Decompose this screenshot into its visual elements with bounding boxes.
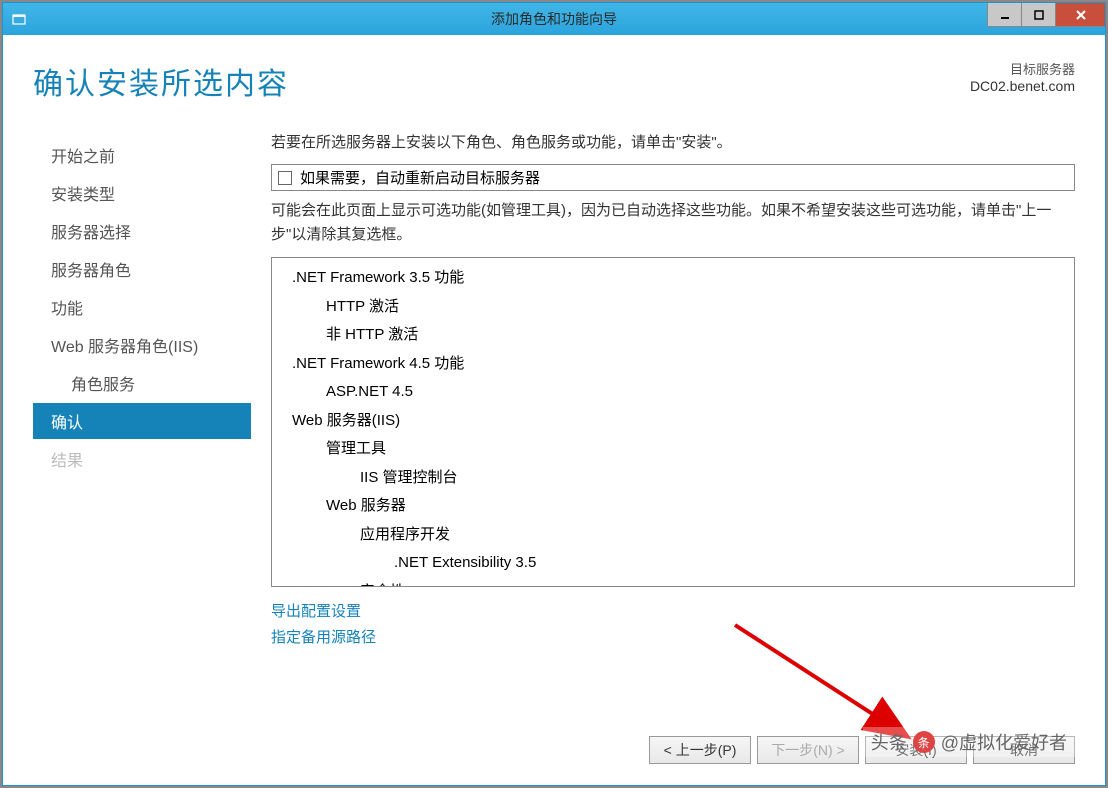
feature-item: IIS 管理控制台 (282, 464, 1064, 493)
feature-item: .NET Framework 3.5 功能 (282, 264, 1064, 293)
next-button: 下一步(N) > (757, 736, 859, 764)
watermark: 头条 条 @虚拟化爱好者 (863, 727, 1075, 757)
note-text: 可能会在此页面上显示可选功能(如管理工具)，因为已自动选择这些功能。如果不希望安… (271, 199, 1075, 247)
target-server-name: DC02.benet.com (970, 78, 1075, 94)
sidebar-item-5[interactable]: Web 服务器角色(IIS) (33, 327, 251, 363)
feature-item: .NET Extensibility 3.5 (282, 549, 1064, 578)
feature-item: 管理工具 (282, 435, 1064, 464)
sidebar-item-3[interactable]: 服务器角色 (33, 251, 251, 287)
alternate-source-link[interactable]: 指定备用源路径 (271, 625, 1075, 651)
watermark-icon: 条 (913, 731, 935, 753)
feature-item: HTTP 激活 (282, 293, 1064, 322)
target-server-info: 目标服务器 DC02.benet.com (970, 59, 1075, 94)
content-area: 确认安装所选内容 目标服务器 DC02.benet.com 开始之前安装类型服务… (3, 35, 1105, 725)
feature-item: .NET Framework 4.5 功能 (282, 350, 1064, 379)
main-area: 开始之前安装类型服务器选择服务器角色功能Web 服务器角色(IIS)角色服务确认… (33, 131, 1075, 725)
target-server-label: 目标服务器 (970, 59, 1075, 78)
feature-item: 安全性 (282, 578, 1064, 588)
feature-item: 应用程序开发 (282, 521, 1064, 550)
auto-restart-row[interactable]: 如果需要，自动重新启动目标服务器 (271, 164, 1075, 191)
previous-button[interactable]: < 上一步(P) (649, 736, 751, 764)
window-controls (987, 3, 1105, 27)
install-instruction: 若要在所选服务器上安装以下角色、角色服务或功能，请单击"安装"。 (271, 131, 1075, 152)
sidebar-item-4[interactable]: 功能 (33, 289, 251, 325)
maximize-button[interactable] (1021, 3, 1055, 27)
sidebar-item-1[interactable]: 安装类型 (33, 175, 251, 211)
sidebar-item-8: 结果 (33, 441, 251, 477)
watermark-prefix: 头条 (871, 729, 907, 755)
feature-list[interactable]: .NET Framework 3.5 功能HTTP 激活非 HTTP 激活.NE… (271, 257, 1075, 587)
minimize-button[interactable] (987, 3, 1021, 27)
sidebar-item-6[interactable]: 角色服务 (33, 365, 251, 401)
feature-item: 非 HTTP 激活 (282, 321, 1064, 350)
auto-restart-checkbox[interactable] (278, 171, 292, 185)
feature-item: Web 服务器(IIS) (282, 407, 1064, 436)
page-title: 确认安装所选内容 (33, 59, 289, 103)
window-title: 添加角色和功能向导 (491, 9, 617, 29)
links-area: 导出配置设置 指定备用源路径 (271, 599, 1075, 650)
feature-item: ASP.NET 4.5 (282, 378, 1064, 407)
right-pane: 若要在所选服务器上安装以下角色、角色服务或功能，请单击"安装"。 如果需要，自动… (271, 131, 1075, 725)
sidebar-item-2[interactable]: 服务器选择 (33, 213, 251, 249)
export-config-link[interactable]: 导出配置设置 (271, 599, 1075, 625)
titlebar[interactable]: 添加角色和功能向导 (3, 3, 1105, 35)
watermark-text: @虚拟化爱好者 (941, 729, 1067, 755)
header-row: 确认安装所选内容 目标服务器 DC02.benet.com (33, 59, 1075, 103)
auto-restart-label: 如果需要，自动重新启动目标服务器 (300, 167, 540, 188)
sidebar: 开始之前安装类型服务器选择服务器角色功能Web 服务器角色(IIS)角色服务确认… (33, 131, 251, 725)
app-icon (11, 11, 27, 27)
wizard-window: 添加角色和功能向导 确认安装所选内容 目标服务器 DC02.benet.com … (2, 2, 1106, 786)
sidebar-item-0[interactable]: 开始之前 (33, 137, 251, 173)
sidebar-item-7[interactable]: 确认 (33, 403, 251, 439)
close-button[interactable] (1055, 3, 1105, 27)
feature-item: Web 服务器 (282, 492, 1064, 521)
